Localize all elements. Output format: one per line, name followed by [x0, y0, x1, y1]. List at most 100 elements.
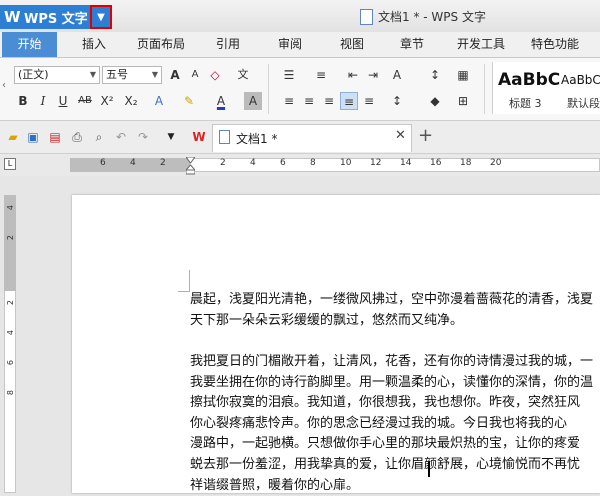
- ruler-tick-label: 2: [6, 235, 15, 241]
- underline-icon[interactable]: U: [54, 92, 72, 110]
- border-icon[interactable]: ⊞: [454, 92, 472, 110]
- document-icon: [360, 9, 373, 25]
- numbered-list-icon[interactable]: ≡: [312, 66, 330, 84]
- print-preview-icon[interactable]: ⌕: [92, 130, 106, 144]
- align-center-icon[interactable]: ≡: [300, 92, 318, 110]
- margin-corner-mark: [178, 270, 190, 292]
- document-icon: [219, 130, 230, 144]
- font-name-select[interactable]: (正文) ▼: [14, 66, 100, 84]
- chevron-left-icon[interactable]: ‹: [2, 80, 10, 104]
- ruler-tick-label: 4: [130, 158, 136, 168]
- clear-format-icon[interactable]: ◇: [206, 66, 224, 84]
- export-pdf-icon[interactable]: ▤: [48, 130, 62, 144]
- text-line: 天下那一朵朵云彩缓缓的飘过，悠然而又纯净。: [190, 312, 464, 328]
- ruler-tick-label: 18: [460, 158, 472, 168]
- ribbon-separator: [484, 64, 485, 114]
- undo-icon[interactable]: ↶: [114, 130, 128, 144]
- increase-indent-icon[interactable]: ⇥: [364, 66, 382, 84]
- justify-icon[interactable]: ≡: [340, 92, 358, 110]
- text-line: 你心裂疼痛悲怜声。你的思念已经漫过我的城。今日我也将我的心: [190, 415, 568, 431]
- style-default-label: 默认段: [567, 97, 600, 110]
- ruler-tick-label: 2: [6, 300, 15, 306]
- bullet-list-icon[interactable]: ☰: [280, 66, 298, 84]
- text-line: 漫路中，一起驰横。只想做你手心里的那块最炽热的宝，让你的疼爱: [190, 436, 581, 452]
- tab-start[interactable]: 开始: [2, 32, 57, 57]
- italic-icon[interactable]: I: [34, 92, 52, 110]
- text-line: 我把夏日的门楣敞开着，让清风，花香，还有你的诗情漫过我的城，一: [190, 354, 594, 369]
- font-name-value: (正文): [18, 68, 49, 81]
- tab-references[interactable]: 引用: [206, 32, 250, 57]
- tab-stop-selector[interactable]: L: [4, 158, 16, 170]
- app-name-label: WPS 文字: [24, 11, 88, 27]
- triangle-down-icon: ▼: [97, 11, 105, 23]
- ruler-tick-label: 8: [310, 158, 316, 168]
- text-direction-icon[interactable]: A: [388, 66, 406, 84]
- subscript-icon[interactable]: X₂: [122, 92, 140, 110]
- text-effect-icon[interactable]: A: [150, 92, 168, 110]
- tab-view[interactable]: 视图: [330, 32, 374, 57]
- wps-app-menu-button[interactable]: W WPS 文字: [0, 5, 90, 29]
- decrease-indent-icon[interactable]: ⇤: [344, 66, 362, 84]
- print-icon[interactable]: ⎙: [70, 130, 84, 144]
- wps-home-icon[interactable]: W: [192, 130, 206, 144]
- sort-icon[interactable]: ↕: [426, 66, 444, 84]
- tab-features[interactable]: 特色功能: [524, 32, 586, 57]
- font-size-value: 五号: [106, 68, 128, 81]
- style-heading3-sample[interactable]: AaBbC: [498, 70, 560, 90]
- ruler-tick-label: 6: [280, 158, 286, 168]
- style-heading3-label: 标题 3: [509, 97, 542, 110]
- paragraph-shading-icon[interactable]: ◆: [426, 92, 444, 110]
- line-spacing-icon[interactable]: ↕: [388, 92, 406, 110]
- ruler-tick-label: 4: [250, 158, 256, 168]
- customize-toolbar-icon[interactable]: ▼: [164, 130, 178, 144]
- ruler-tick-label: 2: [160, 158, 166, 168]
- ruler-tick-label: 10: [340, 158, 352, 168]
- font-color-icon[interactable]: A: [212, 92, 230, 110]
- align-left-icon[interactable]: ≡: [280, 92, 298, 110]
- tab-chapter[interactable]: 章节: [390, 32, 434, 57]
- wps-logo-icon: W: [4, 8, 21, 26]
- ruler-tick-label: 14: [400, 158, 412, 168]
- bold-icon[interactable]: B: [14, 92, 32, 110]
- char-shading-icon[interactable]: A: [244, 92, 262, 110]
- distribute-icon[interactable]: ≡: [360, 92, 378, 110]
- phonetic-guide-icon[interactable]: 文: [234, 66, 252, 84]
- grow-font-icon[interactable]: A: [166, 66, 184, 84]
- style-default-sample[interactable]: AaBbC: [561, 73, 600, 87]
- ruler-tick-label: 12: [370, 158, 382, 168]
- ruler-tick-label: 16: [430, 158, 442, 168]
- window-title: 文档1 * - WPS 文字: [378, 10, 486, 24]
- ruler-tick-label: 6: [100, 158, 106, 168]
- superscript-icon[interactable]: X²: [98, 92, 116, 110]
- ruler-tick-label: 4: [6, 205, 15, 211]
- ruler-tick-label: 8: [6, 390, 15, 396]
- tab-review[interactable]: 审阅: [268, 32, 312, 57]
- paragraph-2[interactable]: 我把夏日的门楣敞开着，让清风，花香，还有你的诗情漫过我的城，一 我要坐拥在你的诗…: [190, 352, 600, 496]
- save-icon[interactable]: ▣: [26, 130, 40, 144]
- table-icon[interactable]: ▦: [454, 66, 472, 84]
- font-size-select[interactable]: 五号 ▼: [102, 66, 162, 84]
- align-right-icon[interactable]: ≡: [320, 92, 338, 110]
- new-tab-plus-icon[interactable]: +: [418, 125, 433, 146]
- close-tab-icon[interactable]: ✕: [395, 128, 406, 143]
- menu-tab-bar: 开始 插入 页面布局 引用 审阅 视图 章节 开发工具 特色功能: [0, 32, 600, 58]
- open-folder-icon[interactable]: ▰: [6, 130, 20, 144]
- ruler-tick-label: 4: [6, 330, 15, 336]
- paragraph-1[interactable]: 晨起，浅夏阳光清艳，一缕微风拂过，空中弥漫着蔷薇花的清香，浅夏 天下那一朵朵云彩…: [190, 290, 600, 331]
- app-menu-dropdown-button[interactable]: ▼: [90, 5, 112, 29]
- text-line: 擦拭你寂寞的泪痕。我知道，你很想我，我也想你。昨夜，突然狂风: [190, 395, 581, 411]
- text-line: 蜕去那一份羞涩，用我挚真的爱，让你眉颜舒展，心境愉悦而不再忧: [190, 456, 581, 472]
- document-tab-label: 文档1 *: [236, 132, 278, 146]
- text-cursor: [428, 461, 430, 477]
- redo-icon[interactable]: ↷: [136, 130, 150, 144]
- text-line: 晨起，浅夏阳光清艳，一缕微风拂过，空中弥漫着蔷薇花的清香，浅夏: [190, 292, 594, 307]
- tab-page-layout[interactable]: 页面布局: [130, 32, 192, 57]
- strikethrough-icon[interactable]: AB: [74, 92, 96, 110]
- ruler-tick-label: 2: [220, 158, 226, 168]
- tab-insert[interactable]: 插入: [70, 32, 118, 57]
- shrink-font-icon[interactable]: A: [186, 66, 204, 84]
- indent-marker-icon[interactable]: [186, 157, 195, 175]
- highlight-icon[interactable]: ✎: [180, 92, 198, 110]
- text-line: 我要坐拥在你的诗行韵脚里。用一颗温柔的心，读懂你的深情，你的温: [190, 374, 594, 390]
- tab-developer[interactable]: 开发工具: [450, 32, 512, 57]
